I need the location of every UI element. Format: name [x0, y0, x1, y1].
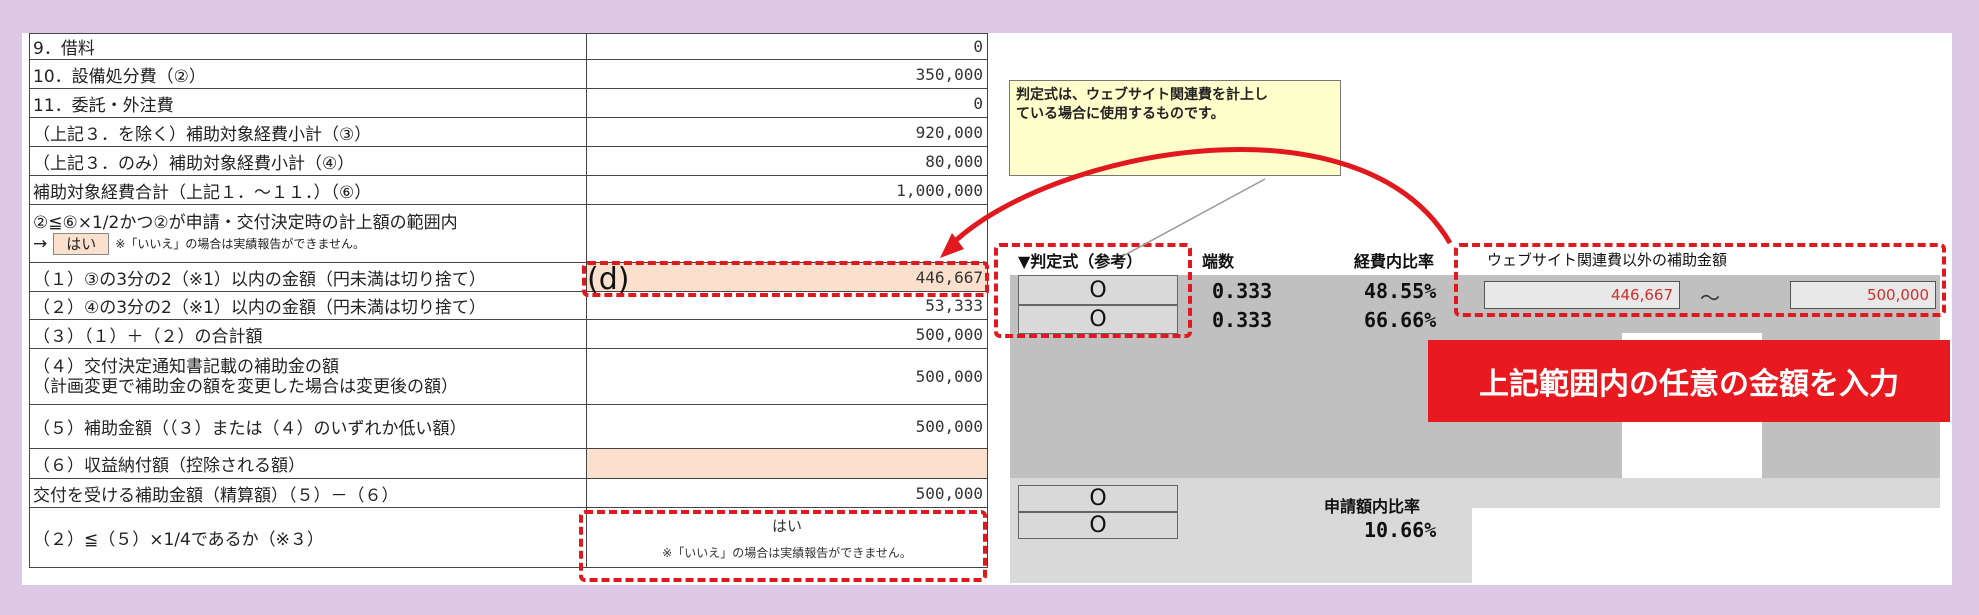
- annotation-overlay: [940, 147, 1453, 258]
- red-arrow: [950, 147, 1453, 246]
- connector-line: [1122, 178, 1266, 257]
